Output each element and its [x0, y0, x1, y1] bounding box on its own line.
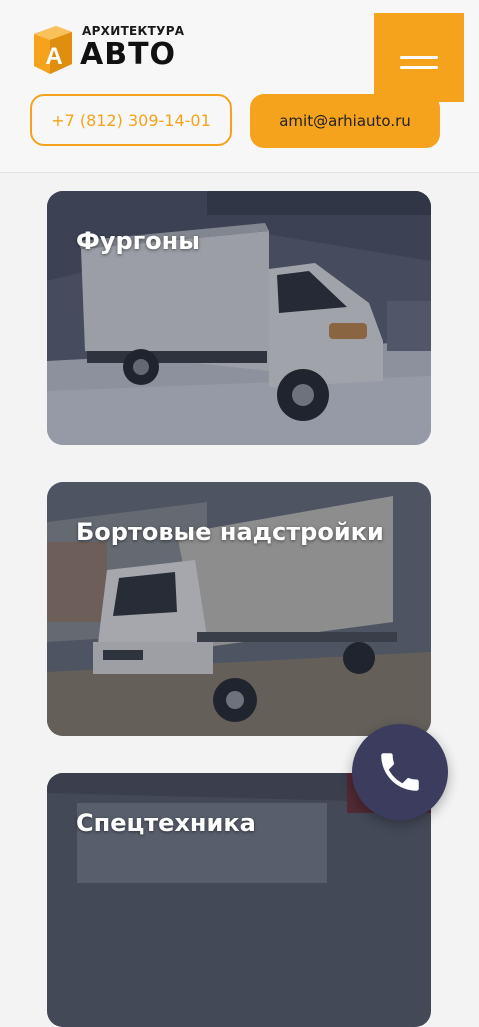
logo-mark-letter: А — [45, 43, 62, 70]
site-header: А АРХИТЕКТУРА АВТО +7 (812) 309-14-01 am… — [0, 0, 479, 173]
phone-button[interactable]: +7 (812) 309-14-01 — [30, 94, 232, 146]
category-title: Бортовые надстройки — [76, 518, 384, 546]
logo-main-text: АВТО — [80, 37, 177, 72]
phone-icon — [381, 753, 419, 791]
logo-top-text: АРХИТЕКТУРА — [82, 24, 185, 38]
category-title: Фургоны — [76, 227, 200, 255]
site-logo[interactable]: А АРХИТЕКТУРА АВТО — [30, 22, 184, 78]
logo-mark-icon: А — [34, 26, 72, 74]
email-button[interactable]: amit@arhiauto.ru — [250, 94, 440, 148]
call-button[interactable] — [352, 724, 448, 820]
category-card-flatbeds[interactable]: Бортовые надстройки — [47, 482, 431, 736]
menu-button[interactable] — [374, 13, 464, 102]
category-title: Спецтехника — [76, 809, 256, 837]
category-card-vans[interactable]: Фургоны — [47, 191, 431, 445]
